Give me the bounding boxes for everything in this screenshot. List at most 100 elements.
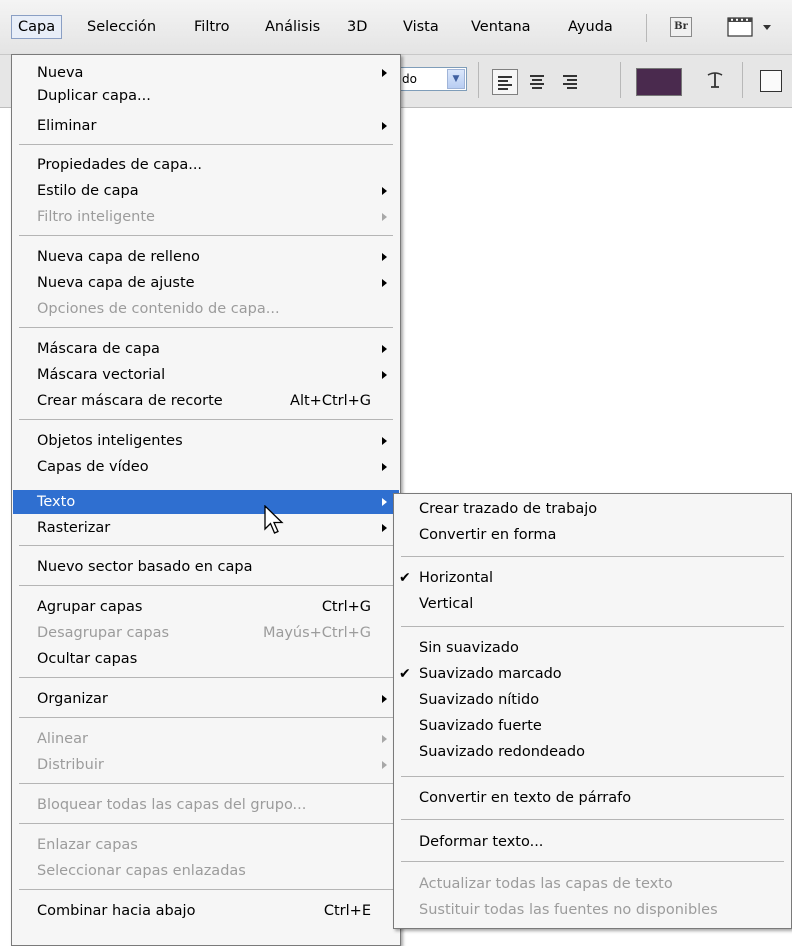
text-submenu-item-suavizado-fuerte[interactable]: Suavizado fuerte <box>395 714 790 738</box>
text-submenu-item-suavizado-redondeado[interactable]: Suavizado redondeado <box>395 740 790 764</box>
menu-separator <box>19 585 393 586</box>
layer-menu-item-organizar[interactable]: Organizar <box>13 687 399 711</box>
menu-item-label: Duplicar capa... <box>37 88 151 104</box>
menu-item-label: Desagrupar capas <box>37 625 170 641</box>
layer-menu-item-duplicar-capa[interactable]: Duplicar capa... <box>13 84 399 108</box>
menu-item-label: Nueva <box>37 65 84 81</box>
mouse-cursor-icon <box>264 504 286 541</box>
screen-mode-icon[interactable] <box>726 16 776 42</box>
layer-menu: Nueva Duplicar capa... Eliminar Propiedades… <box>11 54 401 946</box>
menu-item-label: Bloquear todas las capas del grupo... <box>37 797 307 813</box>
menu-item-shortcut: Ctrl+G <box>321 599 371 615</box>
menu-item-label: Objetos inteligentes <box>37 433 183 449</box>
options-separator <box>742 62 743 98</box>
text-submenu-item-sin-suavizado[interactable]: Sin suavizado <box>395 636 790 660</box>
layer-menu-item-bloquear-todas-las-capas-del-grupo: Bloquear todas las capas del grupo... <box>13 793 399 817</box>
menu-item-label: Suavizado marcado <box>419 666 562 682</box>
layer-menu-item-ocultar-capas[interactable]: Ocultar capas <box>13 647 399 671</box>
submenu-arrow-icon <box>382 498 387 506</box>
text-submenu-item-horizontal[interactable]: ✔ Horizontal <box>395 566 790 590</box>
bridge-button[interactable]: Br <box>670 17 692 37</box>
menu-ventana[interactable]: Ventana <box>464 15 538 39</box>
menu-item-label: Sin suavizado <box>419 640 519 656</box>
menu-item-label: Máscara de capa <box>37 341 160 357</box>
text-submenu-item-deformar-texto[interactable]: Deformar texto... <box>395 830 790 854</box>
menu-item-label: Opciones de contenido de capa... <box>37 301 280 317</box>
menu-3d[interactable]: 3D <box>340 15 374 39</box>
menu-separator <box>19 327 393 328</box>
layer-menu-item-nueva-capa-de-relleno[interactable]: Nueva capa de relleno <box>13 245 399 269</box>
text-submenu: Crear trazado de trabajo Convertir en for… <box>393 493 792 929</box>
align-right-icon[interactable] <box>556 69 582 95</box>
layer-menu-item-propiedades-de-capa[interactable]: Propiedades de capa... <box>13 153 399 177</box>
menu-separator <box>401 556 784 557</box>
menu-item-label: Suavizado fuerte <box>419 718 542 734</box>
menu-item-label: Suavizado nítido <box>419 692 540 708</box>
menu-separator <box>401 776 784 777</box>
menu-item-label: Nuevo sector basado en capa <box>37 559 253 575</box>
menu-item-label: Capas de vídeo <box>37 459 149 475</box>
submenu-arrow-icon <box>382 437 387 445</box>
menu-item-label: Nueva capa de ajuste <box>37 275 195 291</box>
layer-menu-item-nueva[interactable]: Nueva <box>13 61 399 85</box>
align-left-icon[interactable] <box>492 69 518 95</box>
text-submenu-item-crear-trazado-de-trabajo[interactable]: Crear trazado de trabajo <box>395 497 790 521</box>
text-color-swatch[interactable] <box>636 68 682 96</box>
menu-vista[interactable]: Vista <box>396 15 446 39</box>
text-submenu-item-suavizado-nitido[interactable]: Suavizado nítido <box>395 688 790 712</box>
text-submenu-item-suavizado-marcado[interactable]: ✔ Suavizado marcado <box>395 662 790 686</box>
menu-separator <box>19 783 393 784</box>
menu-separator <box>19 677 393 678</box>
menu-separator <box>401 819 784 820</box>
text-submenu-item-vertical[interactable]: Vertical <box>395 592 790 616</box>
warp-text-icon[interactable] <box>700 66 730 100</box>
menu-separator <box>19 889 393 890</box>
text-submenu-item-convertir-en-forma[interactable]: Convertir en forma <box>395 523 790 547</box>
menu-filtro[interactable]: Filtro <box>187 15 237 39</box>
layer-menu-item-eliminar[interactable]: Eliminar <box>13 114 399 138</box>
menu-item-label: Ocultar capas <box>37 651 138 667</box>
checkmark-icon: ✔ <box>399 666 411 682</box>
menu-item-label: Crear trazado de trabajo <box>419 501 598 517</box>
menu-ayuda[interactable]: Ayuda <box>561 15 620 39</box>
layer-menu-item-combinar-hacia-abajo[interactable]: Combinar hacia abajo Ctrl+E <box>13 899 399 923</box>
menu-item-shortcut: Ctrl+E <box>323 903 371 919</box>
character-panel-icon[interactable] <box>760 70 782 92</box>
menubar-separator <box>646 14 647 42</box>
layer-menu-item-objetos-inteligentes[interactable]: Objetos inteligentes <box>13 429 399 453</box>
menu-capa[interactable]: Capa <box>11 15 63 39</box>
menu-separator <box>19 545 393 546</box>
submenu-arrow-icon <box>382 279 387 287</box>
submenu-arrow-icon <box>382 695 387 703</box>
menu-item-label: Propiedades de capa... <box>37 157 203 173</box>
menu-seleccion[interactable]: Selección <box>80 15 163 39</box>
text-submenu-item-convertir-en-texto-de-parrafo[interactable]: Convertir en texto de párrafo <box>395 786 790 810</box>
submenu-arrow-icon <box>382 524 387 532</box>
menu-item-label: Texto <box>37 494 76 510</box>
menu-item-shortcut: Mayús+Ctrl+G <box>262 625 371 641</box>
menu-item-label: Convertir en forma <box>419 527 557 543</box>
layer-menu-item-capas-de-video[interactable]: Capas de vídeo <box>13 455 399 479</box>
align-center-icon[interactable] <box>524 69 550 95</box>
layer-menu-item-estilo-de-capa[interactable]: Estilo de capa <box>13 179 399 203</box>
menu-item-label: Nueva capa de relleno <box>37 249 200 265</box>
menu-item-label: Eliminar <box>37 118 97 134</box>
layer-menu-item-mascara-vectorial[interactable]: Máscara vectorial <box>13 363 399 387</box>
chevron-down-icon[interactable]: ▼ <box>447 69 465 89</box>
submenu-arrow-icon <box>382 69 387 77</box>
menu-item-label: Combinar hacia abajo <box>37 903 196 919</box>
menu-item-label: Distribuir <box>37 757 104 773</box>
submenu-arrow-icon <box>382 122 387 130</box>
menu-item-label: Estilo de capa <box>37 183 139 199</box>
text-submenu-item-sustituir-todas-las-fuentes-no-disponibles: Sustituir todas las fuentes no disponibl… <box>395 898 790 922</box>
layer-menu-item-texto[interactable]: Texto <box>13 490 399 514</box>
layer-menu-item-rasterizar[interactable]: Rasterizar <box>13 516 399 540</box>
menu-item-label: Actualizar todas las capas de texto <box>419 876 673 892</box>
menu-analisis[interactable]: Análisis <box>258 15 327 39</box>
layer-menu-item-mascara-de-capa[interactable]: Máscara de capa <box>13 337 399 361</box>
layer-menu-item-crear-mascara-de-recorte[interactable]: Crear máscara de recorte Alt+Ctrl+G <box>13 389 399 413</box>
layer-menu-item-agrupar-capas[interactable]: Agrupar capas Ctrl+G <box>13 595 399 619</box>
submenu-arrow-icon <box>382 371 387 379</box>
layer-menu-item-nuevo-sector-basado-en-capa[interactable]: Nuevo sector basado en capa <box>13 555 399 579</box>
layer-menu-item-nueva-capa-de-ajuste[interactable]: Nueva capa de ajuste <box>13 271 399 295</box>
